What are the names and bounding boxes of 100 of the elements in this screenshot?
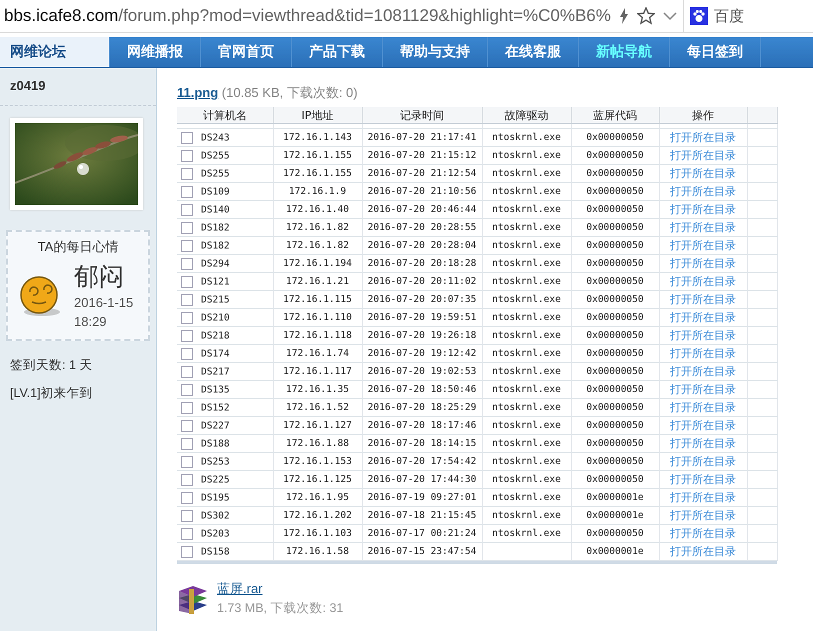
open-folder-link[interactable]: 打开所在目录: [670, 311, 736, 324]
row-checkbox[interactable]: [181, 222, 193, 234]
lightning-icon[interactable]: [618, 8, 629, 24]
row-checkbox[interactable]: [181, 312, 193, 324]
open-folder-link[interactable]: 打开所在目录: [670, 365, 736, 378]
open-folder-link[interactable]: 打开所在目录: [670, 293, 736, 306]
table-cell: ntoskrnl.exe: [482, 272, 571, 290]
table-cell: 2016-07-17 00:21:24: [362, 524, 482, 542]
chevron-down-icon[interactable]: [662, 11, 677, 21]
row-checkbox[interactable]: [181, 258, 193, 270]
open-folder-link[interactable]: 打开所在目录: [670, 509, 736, 522]
mood-date: 2016-1-15: [74, 294, 134, 312]
nav-tab[interactable]: 产品下载: [292, 37, 383, 67]
table-cell: 2016-07-20 19:12:42: [362, 344, 482, 362]
table-cell: ntoskrnl.exe: [482, 308, 571, 326]
nav-tab[interactable]: 帮助与支持: [383, 37, 488, 67]
table-cell: 172.16.1.110: [273, 308, 362, 326]
row-checkbox[interactable]: [181, 546, 193, 558]
table-cell: 172.16.1.9: [273, 182, 362, 200]
table-cell: 2016-07-20 18:50:46: [362, 380, 482, 398]
open-folder-link[interactable]: 打开所在目录: [670, 203, 736, 216]
nav-tab[interactable]: 网维播报: [110, 37, 201, 67]
table-cell: ntoskrnl.exe: [482, 452, 571, 470]
open-folder-link[interactable]: 打开所在目录: [670, 131, 736, 144]
row-checkbox[interactable]: [181, 402, 193, 414]
table-cell: 2016-07-20 20:28:55: [362, 218, 482, 236]
table-cell: DS203: [201, 528, 230, 540]
table-cell: 2016-07-20 19:02:53: [362, 362, 482, 380]
open-folder-link[interactable]: 打开所在目录: [670, 221, 736, 234]
open-folder-link[interactable]: 打开所在目录: [670, 455, 736, 468]
row-checkbox[interactable]: [181, 456, 193, 468]
mood-title: TA的每日心情: [36, 238, 120, 256]
row-checkbox[interactable]: [181, 330, 193, 342]
nav-tab[interactable]: 在线客服: [488, 37, 579, 67]
open-folder-link[interactable]: 打开所在目录: [670, 437, 736, 450]
table-cell: 0x00000050: [571, 380, 659, 398]
open-folder-link[interactable]: 打开所在目录: [670, 167, 736, 180]
table-cell: 0x00000050: [571, 416, 659, 434]
nav-tab[interactable]: 网维论坛: [0, 37, 110, 67]
row-checkbox[interactable]: [181, 438, 193, 450]
row-checkbox[interactable]: [181, 510, 193, 522]
open-folder-link[interactable]: 打开所在目录: [670, 239, 736, 252]
column-header: IP地址: [273, 107, 362, 124]
row-checkbox[interactable]: [181, 150, 193, 162]
row-checkbox[interactable]: [181, 294, 193, 306]
table-cell: 2016-07-20 21:17:41: [362, 128, 482, 146]
nav-tab[interactable]: 每日签到: [670, 37, 761, 67]
table-cell: 0x00000050: [571, 272, 659, 290]
table-cell: 172.16.1.82: [273, 218, 362, 236]
table-cell: DS188: [201, 438, 230, 450]
row-checkbox[interactable]: [181, 186, 193, 198]
row-checkbox[interactable]: [181, 240, 193, 252]
row-checkbox[interactable]: [181, 168, 193, 180]
table-cell: DS210: [201, 312, 230, 324]
table-cell: 172.16.1.155: [273, 146, 362, 164]
row-checkbox[interactable]: [181, 474, 193, 486]
open-folder-link[interactable]: 打开所在目录: [670, 257, 736, 270]
table-cell: 0x00000050: [571, 362, 659, 380]
open-folder-link[interactable]: 打开所在目录: [670, 329, 736, 342]
nav-tab[interactable]: 官网首页: [201, 37, 292, 67]
open-folder-link[interactable]: 打开所在目录: [670, 383, 736, 396]
mood-text: 郁闷: [74, 262, 125, 293]
table-cell: 2016-07-20 21:10:56: [362, 182, 482, 200]
open-folder-link[interactable]: 打开所在目录: [670, 347, 736, 360]
attachment-link[interactable]: 11.png: [177, 85, 218, 100]
row-checkbox[interactable]: [181, 348, 193, 360]
column-header: 操作: [659, 107, 747, 124]
row-checkbox[interactable]: [181, 492, 193, 504]
row-checkbox[interactable]: [181, 276, 193, 288]
table-cell: 172.16.1.117: [273, 362, 362, 380]
open-folder-link[interactable]: 打开所在目录: [670, 275, 736, 288]
open-folder-link[interactable]: 打开所在目录: [670, 545, 736, 558]
file-link[interactable]: 蓝屏.rar: [217, 580, 344, 598]
username[interactable]: z0419: [0, 68, 156, 101]
open-folder-link[interactable]: 打开所在目录: [670, 149, 736, 162]
address-field[interactable]: bbs.icafe8.com/forum.php?mod=viewthread&tid=1081129&highlight=%C0%B6%: [0, 6, 611, 26]
row-checkbox[interactable]: [181, 384, 193, 396]
table-cell: DS109: [201, 186, 230, 198]
row-checkbox[interactable]: [181, 528, 193, 540]
table-cell: DS215: [201, 294, 230, 306]
row-checkbox[interactable]: [181, 204, 193, 216]
table-cell: 172.16.1.95: [273, 488, 362, 506]
paw-icon[interactable]: [690, 7, 708, 25]
nav-tab[interactable]: 新帖导航: [579, 37, 670, 67]
table-cell: 0x00000050: [571, 470, 659, 488]
open-folder-link[interactable]: 打开所在目录: [670, 473, 736, 486]
open-folder-link[interactable]: 打开所在目录: [670, 527, 736, 540]
open-folder-link[interactable]: 打开所在目录: [670, 491, 736, 504]
open-folder-link[interactable]: 打开所在目录: [670, 401, 736, 414]
star-icon[interactable]: [636, 7, 655, 25]
open-folder-link[interactable]: 打开所在目录: [670, 185, 736, 198]
table-cell: 2016-07-20 17:44:30: [362, 470, 482, 488]
table-cell: 172.16.1.52: [273, 398, 362, 416]
row-checkbox[interactable]: [181, 132, 193, 144]
table-cell: 0x00000050: [571, 128, 659, 146]
row-checkbox[interactable]: [181, 420, 193, 432]
open-folder-link[interactable]: 打开所在目录: [670, 419, 736, 432]
row-checkbox[interactable]: [181, 366, 193, 378]
table-cell: 0x00000050: [571, 164, 659, 182]
table-cell: 0x0000001e: [571, 506, 659, 524]
